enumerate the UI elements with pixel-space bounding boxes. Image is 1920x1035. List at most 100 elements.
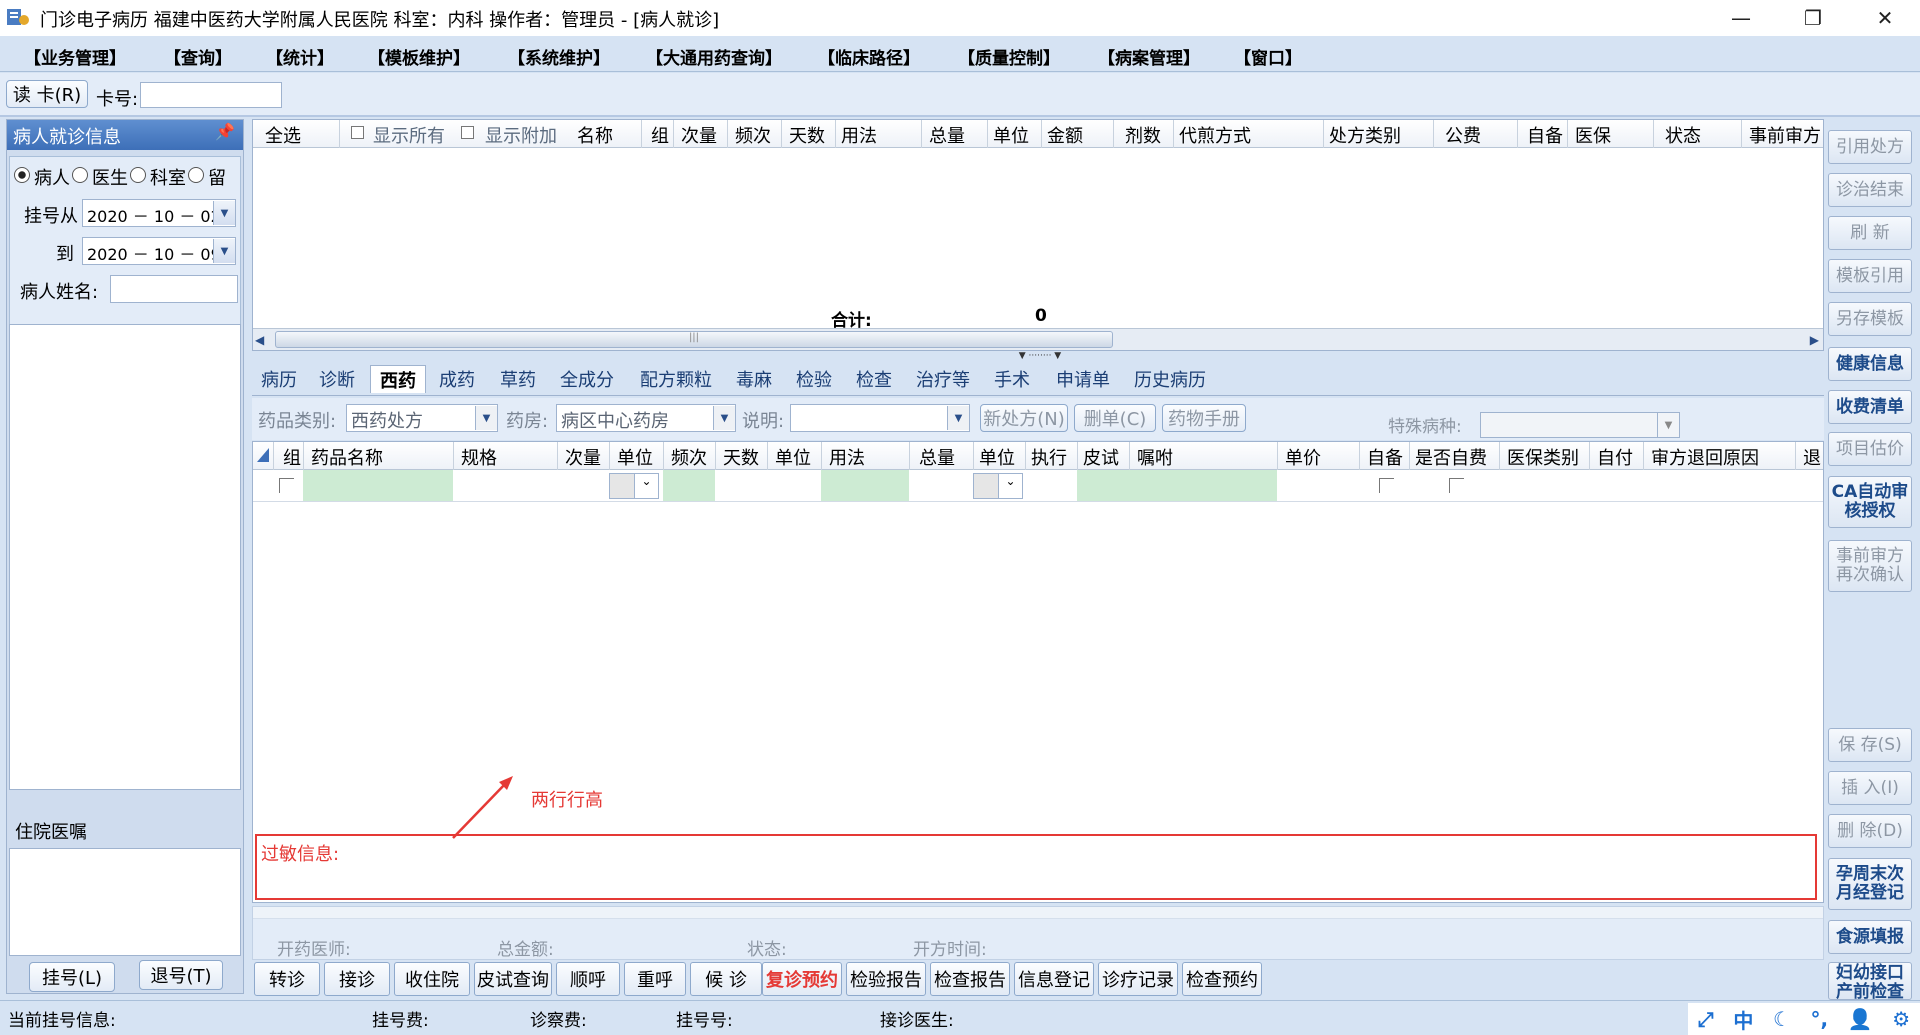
menu-system[interactable]: 【系统维护】 xyxy=(508,44,610,69)
save-template-button[interactable]: 另存模板 xyxy=(1828,302,1912,336)
fee-list-button[interactable]: 收费清单 xyxy=(1828,390,1912,424)
chevron-down-icon[interactable]: ⌄ xyxy=(998,474,1022,498)
food-source-button[interactable]: 食源填报 xyxy=(1828,920,1912,954)
radio-stay[interactable] xyxy=(188,167,204,183)
menu-window[interactable]: 【窗口】 xyxy=(1234,44,1302,69)
group-checkbox[interactable] xyxy=(279,478,294,493)
unregister-button[interactable]: 退号(T) xyxy=(139,960,223,990)
chevron-down-icon[interactable]: ▼ xyxy=(947,406,969,430)
tab-surgery[interactable]: 手术 xyxy=(986,365,1038,393)
show-all-checkbox[interactable] xyxy=(351,126,364,139)
expand-icon[interactable]: ⤢ xyxy=(1698,1007,1714,1031)
maternal-interface-button[interactable]: 妇幼接口 产前检查 xyxy=(1828,962,1912,1000)
show-extra-checkbox[interactable] xyxy=(461,126,474,139)
pin-icon[interactable]: 📌 xyxy=(215,122,235,141)
minimize-button[interactable]: — xyxy=(1706,0,1776,36)
info-register-button[interactable]: 信息登记 xyxy=(1014,962,1094,996)
tab-requests[interactable]: 申请单 xyxy=(1048,365,1118,393)
pharmacy-select[interactable]: 病区中心药房 ▼ xyxy=(556,404,736,432)
tab-herbal[interactable]: 草药 xyxy=(492,365,544,393)
skin-test-cell[interactable] xyxy=(1077,470,1129,501)
moon-icon[interactable]: ☾ xyxy=(1773,1007,1791,1031)
close-button[interactable]: ✕ xyxy=(1850,0,1920,36)
menu-business[interactable]: 【业务管理】 xyxy=(24,44,126,69)
tab-lab[interactable]: 检验 xyxy=(788,365,840,393)
waiting-button[interactable]: 候 诊 xyxy=(690,962,762,996)
pregnancy-register-button[interactable]: 孕周末次 月经登记 xyxy=(1828,858,1912,910)
inpatient-orders-box[interactable] xyxy=(9,848,241,956)
followup-appointment-button[interactable]: 复诊预约 xyxy=(762,962,842,996)
tab-patent-med[interactable]: 成药 xyxy=(432,365,482,393)
chevron-down-icon[interactable]: ▼ xyxy=(475,406,497,430)
quote-rx-button[interactable]: 引用处方 xyxy=(1828,130,1912,164)
estimate-button[interactable]: 项目估价 xyxy=(1828,432,1912,466)
freq-cell[interactable] xyxy=(663,470,715,501)
refresh-button[interactable]: 刷 新 xyxy=(1828,216,1912,250)
skin-test-query-button[interactable]: 皮试查询 xyxy=(474,962,552,996)
horizontal-scrollbar[interactable]: ◀ ||| ▶ xyxy=(253,328,1823,350)
usage-cell[interactable] xyxy=(821,470,909,501)
card-number-input[interactable] xyxy=(140,82,282,108)
allergy-info-box[interactable]: 过敏信息: xyxy=(255,834,1817,900)
tab-history[interactable]: 病历 xyxy=(254,365,304,393)
note-select[interactable]: ▼ xyxy=(790,404,970,432)
tab-western-med[interactable]: 西药 xyxy=(370,365,426,393)
unit3-dropdown[interactable]: ⌄ xyxy=(973,473,1023,499)
scroll-right-icon[interactable]: ▶ xyxy=(1810,333,1819,347)
menu-query[interactable]: 【查询】 xyxy=(164,44,232,69)
read-card-button[interactable]: 读 卡(R) xyxy=(6,80,88,108)
radio-doctor[interactable] xyxy=(72,167,88,183)
table-row[interactable]: ⌄ ⌄ xyxy=(253,470,1823,502)
call-next-button[interactable]: 顺呼 xyxy=(556,962,620,996)
chevron-down-icon[interactable]: ⌄ xyxy=(634,474,658,498)
gear-icon[interactable]: ⚙ xyxy=(1892,1007,1910,1031)
pre-review-confirm-button[interactable]: 事前审方 再次确认 xyxy=(1828,540,1912,592)
ca-auth-button[interactable]: CA自动审 核授权 xyxy=(1828,476,1912,528)
scroll-thumb[interactable]: ||| xyxy=(275,331,1113,348)
reg-from-date[interactable]: 2020 － 10 － 02 ▼ xyxy=(82,199,236,227)
menu-template[interactable]: 【模板维护】 xyxy=(368,44,470,69)
save-button[interactable]: 保 存(S) xyxy=(1828,728,1912,762)
receive-button[interactable]: 接诊 xyxy=(324,962,390,996)
instruction-cell[interactable] xyxy=(1129,470,1277,501)
drug-manual-button[interactable]: 药物手册 xyxy=(1162,404,1246,432)
menu-quality[interactable]: 【质量控制】 xyxy=(958,44,1060,69)
recall-button[interactable]: 重呼 xyxy=(624,962,686,996)
menu-records[interactable]: 【病案管理】 xyxy=(1098,44,1200,69)
select-all[interactable]: 全选 xyxy=(265,122,301,148)
health-info-button[interactable]: 健康信息 xyxy=(1828,347,1912,381)
drug-category-select[interactable]: 西药处方 ▼ xyxy=(346,404,498,432)
self-pay-checkbox[interactable] xyxy=(1449,478,1464,493)
patient-list[interactable] xyxy=(9,324,241,790)
self-supplied-checkbox[interactable] xyxy=(1379,478,1394,493)
tab-treatment[interactable]: 治疗等 xyxy=(908,365,978,393)
delete-rx-button[interactable]: 删单(C) xyxy=(1074,404,1156,432)
finish-visit-button[interactable]: 诊治结束 xyxy=(1828,173,1912,207)
menu-clinical-path[interactable]: 【临床路径】 xyxy=(818,44,920,69)
radio-patient[interactable] xyxy=(14,167,30,183)
tab-full-ingredient[interactable]: 全成分 xyxy=(552,365,622,393)
chevron-down-icon[interactable]: ▼ xyxy=(213,239,235,263)
patient-name-input[interactable] xyxy=(110,275,238,303)
ime-chinese-mode[interactable]: 中 xyxy=(1733,1005,1753,1034)
unit-dropdown[interactable]: ⌄ xyxy=(609,473,659,499)
delete-button[interactable]: 删 除(D) xyxy=(1828,814,1912,848)
restore-button[interactable]: ❐ xyxy=(1778,0,1848,36)
tab-narcotics[interactable]: 毒麻 xyxy=(728,365,780,393)
footer-scrollbar[interactable] xyxy=(253,907,1823,919)
admit-button[interactable]: 收住院 xyxy=(394,962,470,996)
scroll-left-icon[interactable]: ◀ xyxy=(255,333,264,347)
tab-exam[interactable]: 检查 xyxy=(848,365,900,393)
register-button[interactable]: 挂号(L) xyxy=(29,962,115,992)
chevron-down-icon[interactable]: ▼ xyxy=(1657,413,1679,437)
use-template-button[interactable]: 模板引用 xyxy=(1828,259,1912,293)
transfer-button[interactable]: 转诊 xyxy=(254,962,320,996)
radio-dept[interactable] xyxy=(130,167,146,183)
menu-stats[interactable]: 【统计】 xyxy=(266,44,334,69)
chevron-down-icon[interactable]: ▼ xyxy=(213,201,235,225)
special-disease-select[interactable]: ▼ xyxy=(1480,412,1680,438)
insert-button[interactable]: 插 入(I) xyxy=(1828,771,1912,805)
chevron-down-icon[interactable]: ▼ xyxy=(713,406,735,430)
treatment-record-button[interactable]: 诊疗记录 xyxy=(1098,962,1178,996)
reg-to-date[interactable]: 2020 － 10 － 09 ▼ xyxy=(82,237,236,265)
